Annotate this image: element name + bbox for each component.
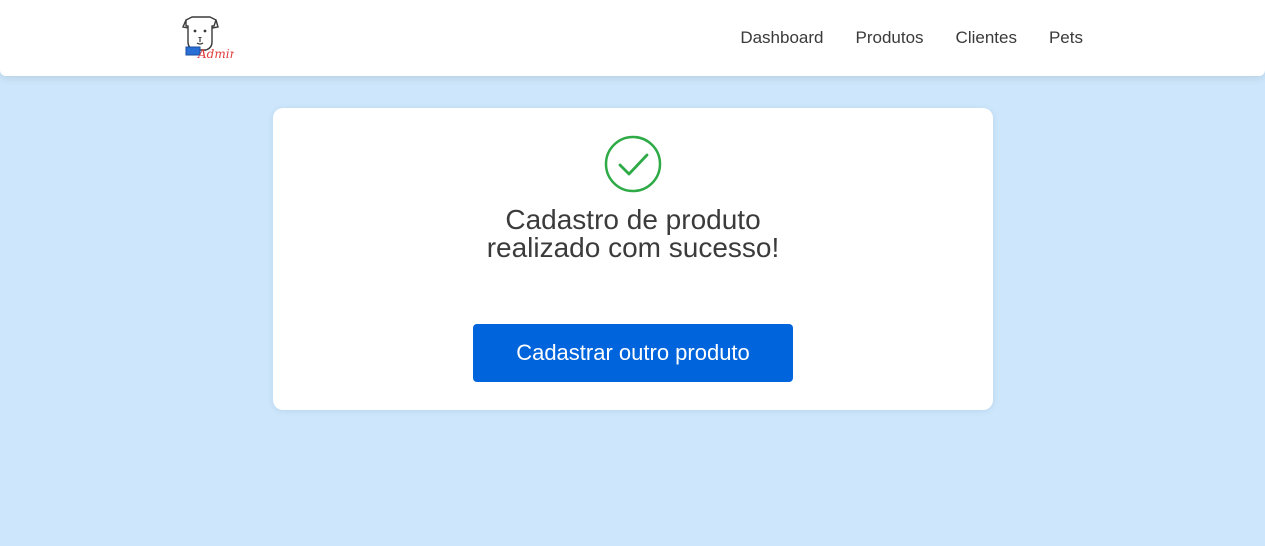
nav-pets[interactable]: Pets: [1049, 28, 1083, 48]
nav-produtos[interactable]: Produtos: [856, 28, 924, 48]
logo-text: Admin: [197, 47, 234, 61]
success-message-wrap: Cadastro de produto realizado com sucess…: [273, 206, 993, 262]
success-card: Cadastro de produto realizado com sucess…: [273, 108, 993, 410]
petshop-admin-logo-icon[interactable]: Admin: [180, 14, 237, 62]
register-another-product-button[interactable]: Cadastrar outro produto: [473, 324, 793, 382]
nav-clientes[interactable]: Clientes: [956, 28, 1017, 48]
main-nav: Dashboard Produtos Clientes Pets: [708, 0, 1083, 76]
nav-dashboard[interactable]: Dashboard: [740, 28, 823, 48]
success-message: Cadastro de produto realizado com sucess…: [486, 204, 780, 263]
top-navbar: Admin Dashboard Produtos Clientes Pets: [0, 0, 1265, 76]
check-circle-icon: [604, 135, 662, 193]
